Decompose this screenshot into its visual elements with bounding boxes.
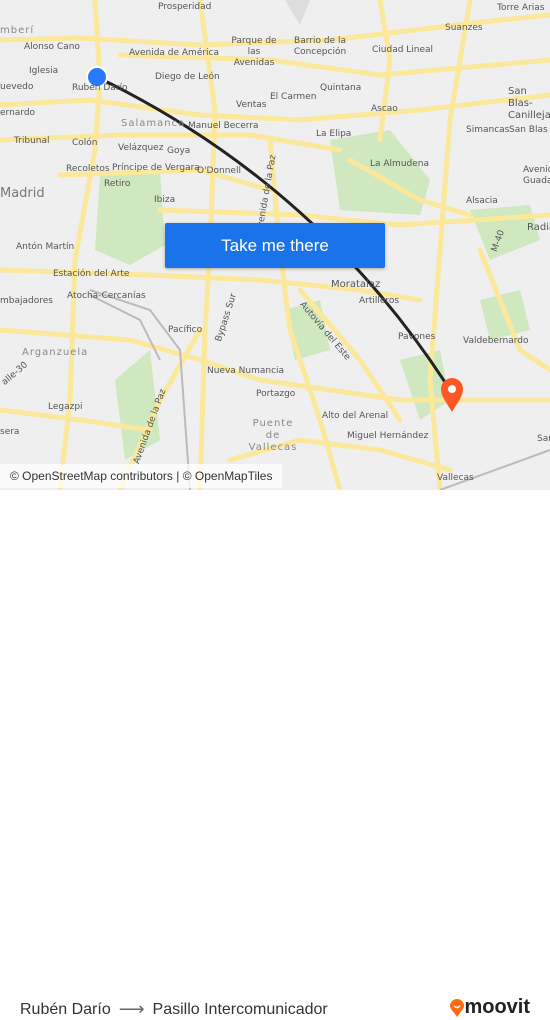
map-label: Avenida Guadal: [523, 165, 550, 186]
map-label: Alsacia: [466, 196, 498, 206]
footer: Rubén Darío ⟶ Pasillo Intercomunicador m…: [0, 490, 550, 1019]
map-label: Ciudad Lineal: [372, 45, 434, 55]
take-me-there-button[interactable]: Take me there: [165, 223, 385, 268]
map-label: Ascao: [371, 104, 398, 114]
map-label: Avenida de América: [129, 48, 220, 58]
map-label: San: [537, 434, 550, 444]
map-label: Goya: [167, 146, 191, 156]
map-label: Antón Martín: [16, 242, 75, 252]
map-label: Valdebernardo: [463, 336, 529, 346]
map-label: El Carmen: [270, 92, 317, 102]
map-label: Arganzuela: [22, 347, 89, 358]
map-label: Estación del Arte: [53, 269, 130, 279]
map-label: Pavones: [398, 332, 436, 342]
moovit-wordmark: moovit: [464, 996, 530, 1018]
map-label: Barrio de la Concepción: [293, 36, 347, 57]
map-label: Alonso Cano: [24, 42, 80, 52]
map-label: Recoletos: [66, 164, 110, 174]
map-label: Tribunal: [14, 136, 50, 146]
map-label: O'Donnell: [197, 166, 241, 176]
map[interactable]: Prosperidad Torre Arias mberí Alonso Can…: [0, 0, 550, 490]
map-label: San Blas-Canillejas: [508, 86, 550, 121]
map-label: Artilleros: [359, 296, 400, 306]
moovit-logo: moovit: [450, 996, 530, 1019]
destination-marker: [441, 378, 463, 412]
map-label: La Almudena: [370, 159, 429, 169]
map-label: uevedo: [0, 82, 34, 92]
map-label: Ventas: [236, 100, 267, 110]
map-label: Príncipe de Vergara: [112, 163, 200, 173]
map-label: Rubén Darío: [72, 83, 128, 93]
map-label: La Elipa: [316, 129, 352, 139]
map-label: Retiro: [104, 179, 131, 189]
map-label: Simancas: [466, 125, 510, 135]
map-label: Manuel Becerra: [188, 121, 259, 131]
map-label: Velázquez: [118, 143, 164, 153]
map-label: Moratalaz: [331, 279, 381, 290]
map-label: Iglesia: [29, 66, 59, 76]
map-label: Atocha-Cercanías: [67, 291, 146, 301]
map-label: Legazpi: [48, 402, 83, 412]
map-label: Ibiza: [154, 195, 176, 205]
route-summary: Rubén Darío ⟶ Pasillo Intercomunicador: [20, 999, 328, 1020]
map-label: Miguel Hernández: [347, 431, 429, 441]
destination-name: Pasillo Intercomunicador: [152, 1000, 328, 1018]
origin-name: Rubén Darío: [20, 1000, 111, 1018]
map-label: Vallecas: [437, 473, 474, 483]
map-label: sera: [0, 427, 20, 437]
map-label: Madrid: [0, 186, 45, 201]
map-label: Nueva Numancia: [207, 366, 285, 376]
map-label: Suanzes: [445, 23, 483, 33]
map-label: Alto del Arenal: [322, 411, 389, 421]
map-label: Portazgo: [256, 389, 296, 399]
map-label: San Blas: [509, 125, 548, 135]
map-label: mberí: [0, 25, 35, 36]
map-label: mbajadores: [0, 296, 53, 306]
map-attribution[interactable]: © OpenStreetMap contributors | © OpenMap…: [0, 464, 283, 488]
moovit-pin-icon: [450, 998, 465, 1017]
map-label: Torre Arias: [497, 3, 545, 13]
map-label: Quintana: [320, 83, 362, 93]
map-label: Parque de las Avenidas: [231, 36, 277, 68]
map-label: Salamanca: [121, 118, 186, 129]
map-label: Radia: [527, 222, 550, 233]
map-label: Prosperidad: [158, 2, 212, 12]
map-label: Puente de Vallecas: [248, 418, 298, 453]
map-label: ernardo: [0, 108, 36, 118]
map-label: Pacífico: [168, 325, 203, 335]
map-label: Diego de León: [155, 72, 220, 82]
map-label: Colón: [72, 138, 98, 148]
arrow-right-icon: ⟶: [118, 999, 145, 1019]
